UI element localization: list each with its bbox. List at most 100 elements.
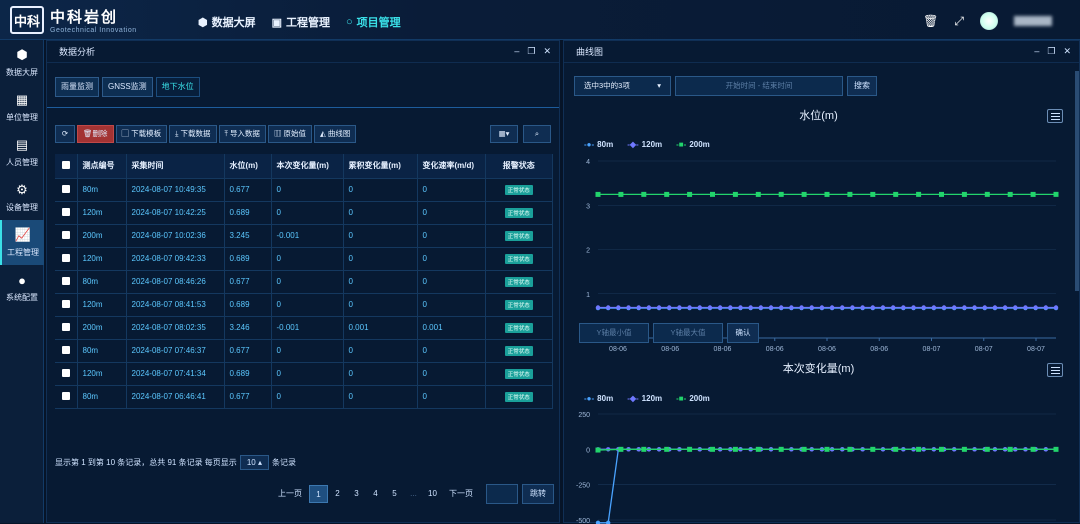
- series-point: [993, 305, 997, 309]
- col-header[interactable]: 报警状态: [485, 154, 553, 178]
- col-header[interactable]: 采集时间: [126, 154, 224, 178]
- confirm-button[interactable]: 确认: [727, 323, 759, 343]
- search-button[interactable]: 搜索: [847, 76, 877, 96]
- app-logo: 中科 中科岩创 Geotechnical Innovation: [10, 6, 137, 34]
- table-cell: 3.246: [224, 316, 271, 339]
- row-checkbox[interactable]: [55, 270, 77, 293]
- col-header[interactable]: 测点编号: [77, 154, 126, 178]
- table-cell: 120m: [77, 362, 126, 385]
- legend-item[interactable]: -■-200m: [676, 394, 710, 403]
- sidebar-item-config[interactable]: ●系统配置: [0, 265, 44, 310]
- series-point: [860, 305, 864, 309]
- chart-menu-icon[interactable]: [1047, 109, 1063, 123]
- delete-button[interactable]: 🗑删除: [77, 125, 114, 143]
- trash-icon[interactable]: 🗑: [923, 14, 938, 28]
- series-point: [710, 192, 715, 197]
- table-row[interactable]: 80m2024-08-07 08:46:260.677000正常状态: [55, 270, 553, 293]
- row-checkbox[interactable]: [55, 339, 77, 362]
- row-checkbox[interactable]: [55, 293, 77, 316]
- table-row[interactable]: 120m2024-08-07 10:42:250.689000正常状态: [55, 201, 553, 224]
- minimize-icon[interactable]: –: [514, 46, 519, 57]
- table-row[interactable]: 80m2024-08-07 06:46:410.677000正常状态: [55, 385, 553, 408]
- table-row[interactable]: 200m2024-08-07 08:02:353.246-0.0010.0010…: [55, 316, 553, 339]
- prev-page-button[interactable]: 上一页: [271, 485, 309, 503]
- page-button[interactable]: 1: [309, 485, 328, 503]
- series-point: [779, 192, 784, 197]
- jump-button[interactable]: 跳转: [522, 484, 554, 504]
- legend-marker-icon: -◆-: [627, 394, 638, 403]
- columns-button[interactable]: ▦▾: [490, 125, 518, 143]
- avatar[interactable]: [980, 12, 998, 30]
- page-button[interactable]: 5: [385, 485, 404, 503]
- table-row[interactable]: 80m2024-08-07 10:49:350.677000正常状态: [55, 178, 553, 201]
- series-point: [779, 447, 784, 452]
- col-header[interactable]: 累积变化量(m): [343, 154, 417, 178]
- y-max-input[interactable]: Y轴最大值: [653, 323, 723, 343]
- divider: [47, 107, 559, 108]
- sidebar-item-devices[interactable]: ⚙设备管理: [0, 175, 44, 220]
- download-data-button[interactable]: ⤓ 下载数据: [169, 125, 216, 143]
- checkbox-box: [62, 392, 70, 400]
- next-page-button[interactable]: 下一页: [442, 485, 480, 503]
- page-button[interactable]: 10: [423, 485, 442, 503]
- series-point: [932, 305, 936, 309]
- close-icon[interactable]: ✕: [543, 46, 551, 57]
- close-icon[interactable]: ✕: [1063, 46, 1071, 57]
- minimize-icon[interactable]: –: [1034, 46, 1039, 57]
- table-row[interactable]: 200m2024-08-07 10:02:363.245-0.00100正常状态: [55, 224, 553, 247]
- legend-item[interactable]: -◆-120m: [627, 140, 662, 149]
- series-point: [779, 305, 783, 309]
- page-size-select[interactable]: 10 ▴: [240, 455, 269, 470]
- row-checkbox[interactable]: [55, 385, 77, 408]
- chart-menu-icon[interactable]: [1047, 363, 1063, 377]
- col-header[interactable]: 本次变化量(m): [271, 154, 343, 178]
- row-checkbox[interactable]: [55, 178, 77, 201]
- col-header[interactable]: 水位(m): [224, 154, 271, 178]
- import-data-button[interactable]: ⤒ 导入数据: [219, 125, 266, 143]
- tab-rainfall[interactable]: 雨量监测: [55, 77, 99, 97]
- search-button[interactable]: ⌕: [523, 125, 551, 143]
- sidebar-item-people[interactable]: ▤人员管理: [0, 130, 44, 175]
- legend-label: 200m: [689, 394, 709, 403]
- row-checkbox[interactable]: [55, 201, 77, 224]
- date-range-input[interactable]: 开始时间 - 结束时间: [675, 76, 843, 96]
- legend-item[interactable]: -●-80m: [584, 394, 613, 403]
- page-jump-input[interactable]: [486, 484, 518, 504]
- legend-item[interactable]: -●-80m: [584, 140, 613, 149]
- row-checkbox[interactable]: [55, 316, 77, 339]
- sidebar-item-engineering[interactable]: 📈工程管理: [0, 220, 44, 265]
- page-button[interactable]: 4: [366, 485, 385, 503]
- page-button[interactable]: 2: [328, 485, 347, 503]
- col-header[interactable]: 变化速率(m/d): [417, 154, 485, 178]
- y-min-input[interactable]: Y轴最小值: [579, 323, 649, 343]
- sidebar-item-units[interactable]: ▦单位管理: [0, 85, 44, 130]
- tab-groundwater[interactable]: 地下水位: [156, 77, 200, 97]
- curve-chart-button[interactable]: ◭ 曲线图: [314, 125, 356, 143]
- legend-item[interactable]: -■-200m: [676, 140, 710, 149]
- refresh-button[interactable]: ⟳: [55, 125, 75, 143]
- point-select[interactable]: 选中3中的3项▾: [574, 76, 671, 96]
- calendar-icon: ▦: [16, 92, 28, 108]
- raw-values-button[interactable]: ▥ 原始值: [268, 125, 312, 143]
- row-checkbox[interactable]: [55, 224, 77, 247]
- row-checkbox[interactable]: [55, 247, 77, 270]
- topnav-item-dashboard[interactable]: ⬢数据大屏: [198, 14, 256, 30]
- topnav-item-engineering[interactable]: ▣工程管理: [272, 14, 330, 30]
- fullscreen-icon[interactable]: ⤢: [954, 14, 964, 29]
- select-all-checkbox[interactable]: [55, 154, 77, 178]
- page-button[interactable]: 3: [347, 485, 366, 503]
- row-checkbox[interactable]: [55, 362, 77, 385]
- legend-item[interactable]: -◆-120m: [627, 394, 662, 403]
- restore-icon[interactable]: ❐: [527, 46, 535, 57]
- table-row[interactable]: 80m2024-08-07 07:46:370.677000正常状态: [55, 339, 553, 362]
- download-template-button[interactable]: ▢ 下载模板: [116, 125, 168, 143]
- table-row[interactable]: 120m2024-08-07 08:41:530.689000正常状态: [55, 293, 553, 316]
- scrollbar[interactable]: [1075, 71, 1079, 291]
- topnav-item-project[interactable]: ○项目管理: [346, 14, 401, 30]
- table-cell: 0: [271, 362, 343, 385]
- sidebar-item-dashboard[interactable]: ⬢数据大屏: [0, 40, 44, 85]
- table-row[interactable]: 120m2024-08-07 07:41:340.689000正常状态: [55, 362, 553, 385]
- table-row[interactable]: 120m2024-08-07 09:42:330.689000正常状态: [55, 247, 553, 270]
- tab-gnss[interactable]: GNSS监测: [102, 77, 153, 97]
- restore-icon[interactable]: ❐: [1047, 46, 1055, 57]
